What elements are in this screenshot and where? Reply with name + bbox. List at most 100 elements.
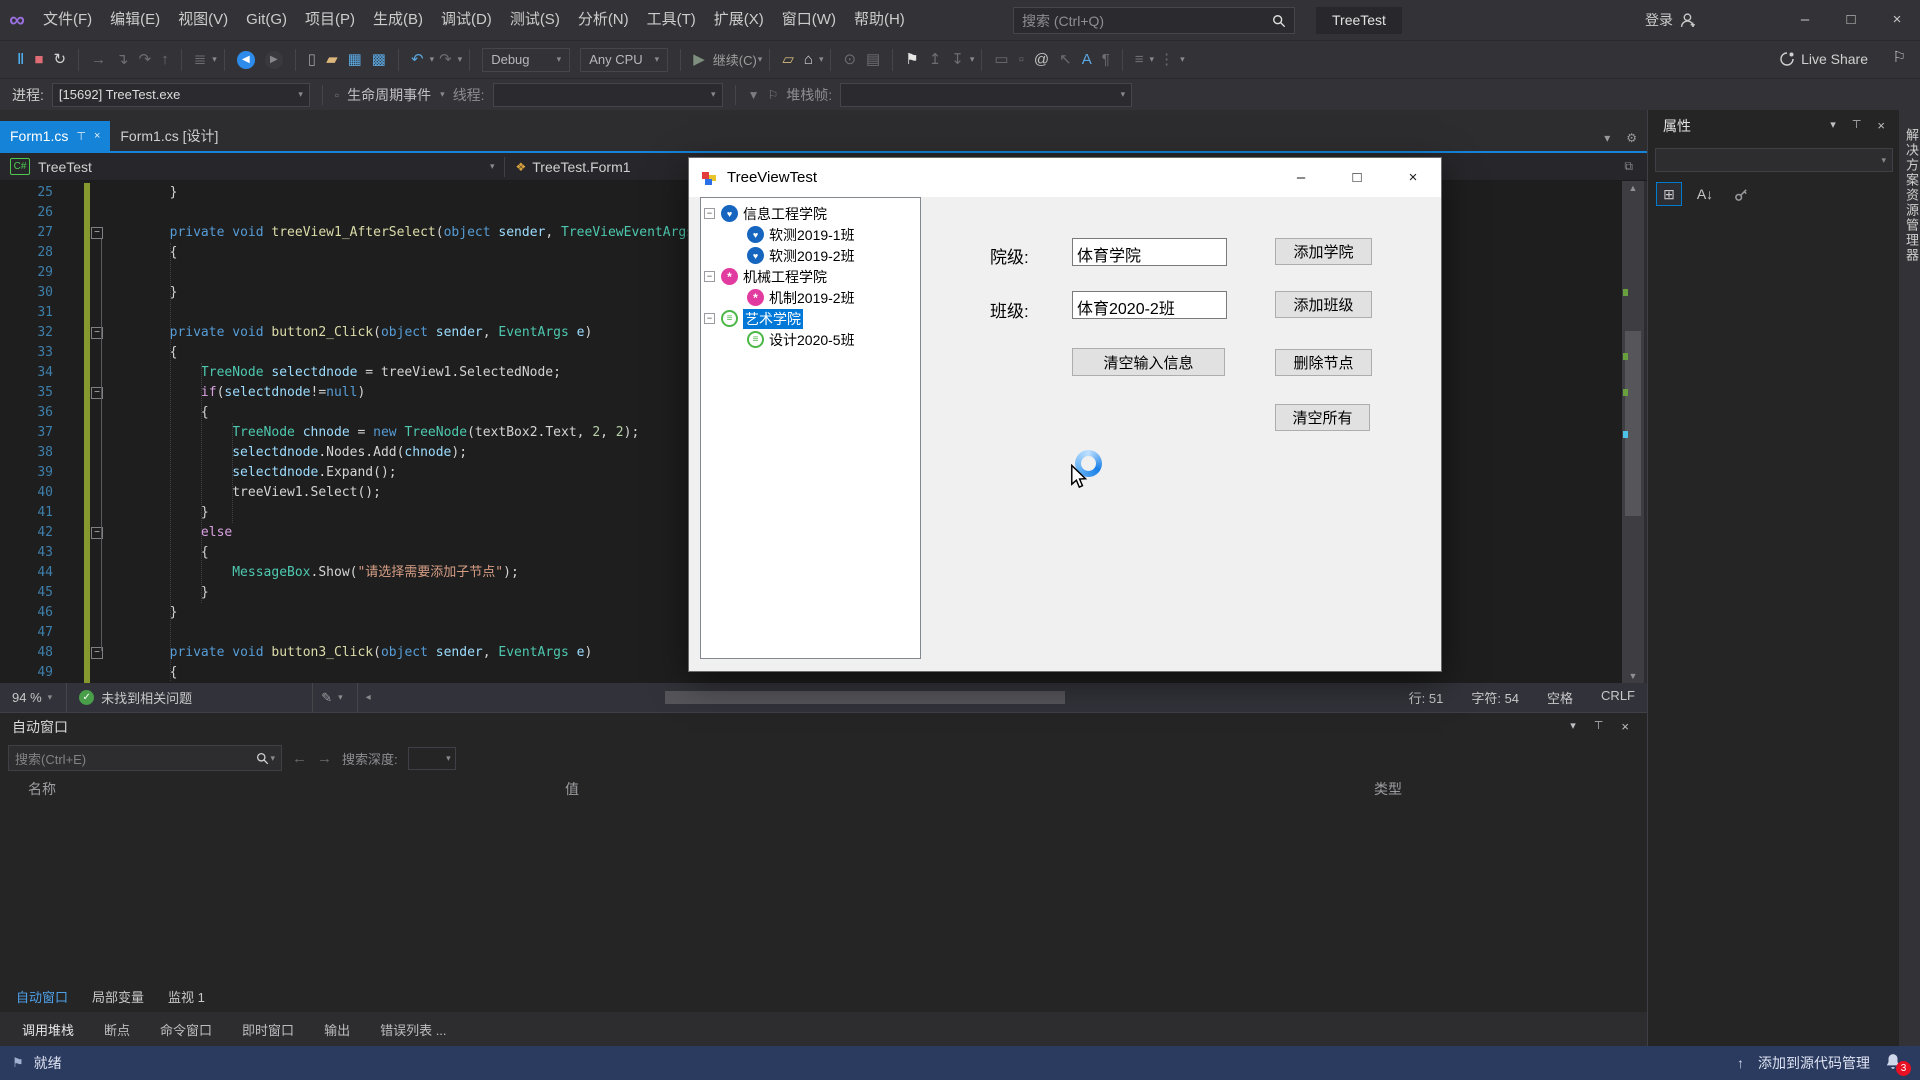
debug-config-dropdown[interactable]: Debug ▾ [482,47,571,72]
solution-explorer-side-tab[interactable]: 解决方案资源管理器 [1899,110,1920,1046]
dialog-minimize-button[interactable]: – [1273,158,1329,197]
tree-node[interactable]: − * 机械工程学院 [701,266,920,287]
chevron-down-icon[interactable]: ▾ [758,54,763,65]
continue-button[interactable]: ▶ [693,42,705,78]
chevron-down-icon[interactable]: ▾ [490,161,495,172]
breadcrumb-project[interactable]: TreeTest [38,159,92,175]
collapse-toggle-icon[interactable]: − [704,208,715,219]
scroll-left-icon[interactable]: ◂ [366,692,371,703]
chevron-down-icon[interactable]: ▾ [48,692,53,703]
chevron-down-icon[interactable]: ▾ [970,54,975,65]
step-into-icon[interactable]: ↴ [116,42,129,78]
tool-window-tab-命令窗口[interactable]: 命令窗口 [148,1020,224,1039]
format-icon[interactable]: ¶ [1102,42,1110,78]
tool-window-tab-调用堆栈[interactable]: 调用堆栈 [10,1020,86,1039]
menu-item-工具T[interactable]: 工具(T) [638,0,705,40]
menu-item-窗口W[interactable]: 窗口(W) [773,0,845,40]
more-ops-icon[interactable]: ⋮ [1159,42,1174,78]
zoom-level[interactable]: 94 % [12,690,42,705]
step-over-icon[interactable]: ↷ [139,42,152,78]
output-window-icon[interactable]: ▤ [866,42,880,78]
class-input[interactable]: 体育2020-2班 [1072,291,1227,319]
pin-icon[interactable]: ⊤ [1594,719,1604,734]
lifecycle-events-button[interactable]: 生命周期事件 [347,85,431,105]
college-treeview[interactable]: − ♥ 信息工程学院 ♥ 软测2019-1班 ♥ 软测2019-2班 − * 机械工程学院 * 机制2… [700,197,921,659]
dialog-close-button[interactable]: × [1385,158,1441,197]
pointer-icon[interactable]: ↖ [1059,42,1072,78]
add-to-source-control-button[interactable]: 添加到源代码管理 [1758,1053,1870,1073]
menu-item-分析N[interactable]: 分析(N) [569,0,638,40]
step-out-icon[interactable]: ↑ [161,42,169,78]
menu-item-测试S[interactable]: 测试(S) [501,0,569,40]
forward-arrow-icon[interactable]: → [317,750,332,767]
chevron-down-icon[interactable]: ▾ [1570,719,1576,734]
scroll-up-icon[interactable]: ▲ [1622,183,1644,193]
undo-icon[interactable]: ↶ [411,42,424,78]
tab-Form1.cs[interactable]: Form1.cs ⊤ × [0,121,111,151]
bookmark-icon[interactable]: ⚑ [905,42,918,78]
tool-window-tab-错误列表[interactable]: 错误列表 ... [368,1020,458,1039]
column-type[interactable]: 类型 [1374,779,1402,799]
comment-icon[interactable]: ≣ [194,42,207,78]
tool-window-tab-即时窗口[interactable]: 即时窗口 [230,1020,306,1039]
alphabetical-sort-icon[interactable]: A↓ [1692,182,1718,206]
chevron-down-icon[interactable]: ▾ [1150,54,1155,65]
menu-item-编辑E[interactable]: 编辑(E) [101,0,169,40]
navigate-back-icon[interactable]: ◀ [236,50,255,69]
save-icon[interactable]: ▦ [348,42,362,78]
clear-all-button[interactable]: 清空所有 [1275,404,1370,431]
menu-item-生成B[interactable]: 生成(B) [364,0,432,40]
fold-toggle-icon[interactable]: − [91,227,103,239]
minimize-button[interactable]: – [1782,0,1828,40]
delete-node-button[interactable]: 删除节点 [1275,349,1372,376]
close-button[interactable]: × [1874,0,1920,40]
show-next-statement-icon[interactable]: → [91,42,106,78]
chevron-down-icon[interactable]: ▾ [440,89,445,100]
scroll-down-icon[interactable]: ▼ [1622,671,1644,681]
dialog-maximize-button[interactable]: □ [1329,158,1385,197]
line-ops-icon[interactable]: ≡ [1135,42,1144,78]
add-college-button[interactable]: 添加学院 [1275,238,1372,265]
autos-search-box[interactable]: 搜索(Ctrl+E) ▾ [8,745,282,771]
close-tab-icon[interactable]: × [94,130,100,142]
flag-filter-icon[interactable]: ⚐ [767,88,778,102]
quick-search-box[interactable]: 搜索 (Ctrl+Q) [1013,7,1295,34]
property-pages-icon[interactable] [1728,182,1754,206]
chevron-down-icon[interactable]: ▾ [212,54,217,65]
pen-icon[interactable]: ✎ [321,690,332,706]
document-icon[interactable]: ▭ [994,42,1008,78]
pin-icon[interactable]: ⊤ [1852,118,1862,133]
horizontal-scrollbar-thumb[interactable] [665,691,1065,704]
gear-icon[interactable]: ⚙ [1626,131,1637,145]
column-name[interactable]: 名称 [28,779,56,799]
collapse-toggle-icon[interactable]: − [704,313,715,324]
chevron-down-icon[interactable]: ▾ [458,54,463,65]
find-in-files-icon[interactable]: ▱ [782,42,794,78]
thread-dropdown[interactable]: ▾ [492,82,723,107]
tab-Form1.cs设计[interactable]: Form1.cs [设计] [110,121,228,151]
back-arrow-icon[interactable]: ← [292,750,307,767]
navigate-forward-icon[interactable]: ▶ [264,50,283,69]
dialog-titlebar[interactable]: TreeViewTest – □ × [689,158,1441,197]
mention-icon[interactable]: @ [1034,42,1049,78]
object-selector-dropdown[interactable]: ▾ [1655,148,1893,172]
open-file-icon[interactable]: ▰ [326,42,338,78]
stack-frame-dropdown[interactable]: ▾ [840,82,1133,107]
line-indicator[interactable]: 行: 51 [1409,688,1444,707]
chevron-down-icon[interactable]: ▾ [270,753,275,764]
solution-name-label[interactable]: TreeTest [1316,7,1402,34]
class-view-icon[interactable]: ▫ [1019,42,1024,78]
close-icon[interactable]: × [1877,118,1885,133]
chevron-down-icon[interactable]: ▾ [1180,54,1185,65]
document-list-dropdown-icon[interactable]: ▾ [1604,131,1610,145]
process-dropdown[interactable]: [15692] TreeTest.exe ▾ [51,82,310,107]
menu-item-调试D[interactable]: 调试(D) [432,0,501,40]
tool-window-tab-输出[interactable]: 输出 [312,1020,362,1039]
next-bookmark-icon[interactable]: ↧ [951,42,964,78]
spaces-indicator[interactable]: 空格 [1547,688,1573,707]
platform-dropdown[interactable]: Any CPU ▾ [580,47,669,72]
eol-indicator[interactable]: CRLF [1601,688,1635,707]
column-indicator[interactable]: 字符: 54 [1471,688,1519,707]
live-share-button[interactable]: Live Share [1779,40,1868,78]
tree-node[interactable]: − ≡ 艺术学院 [701,307,920,330]
